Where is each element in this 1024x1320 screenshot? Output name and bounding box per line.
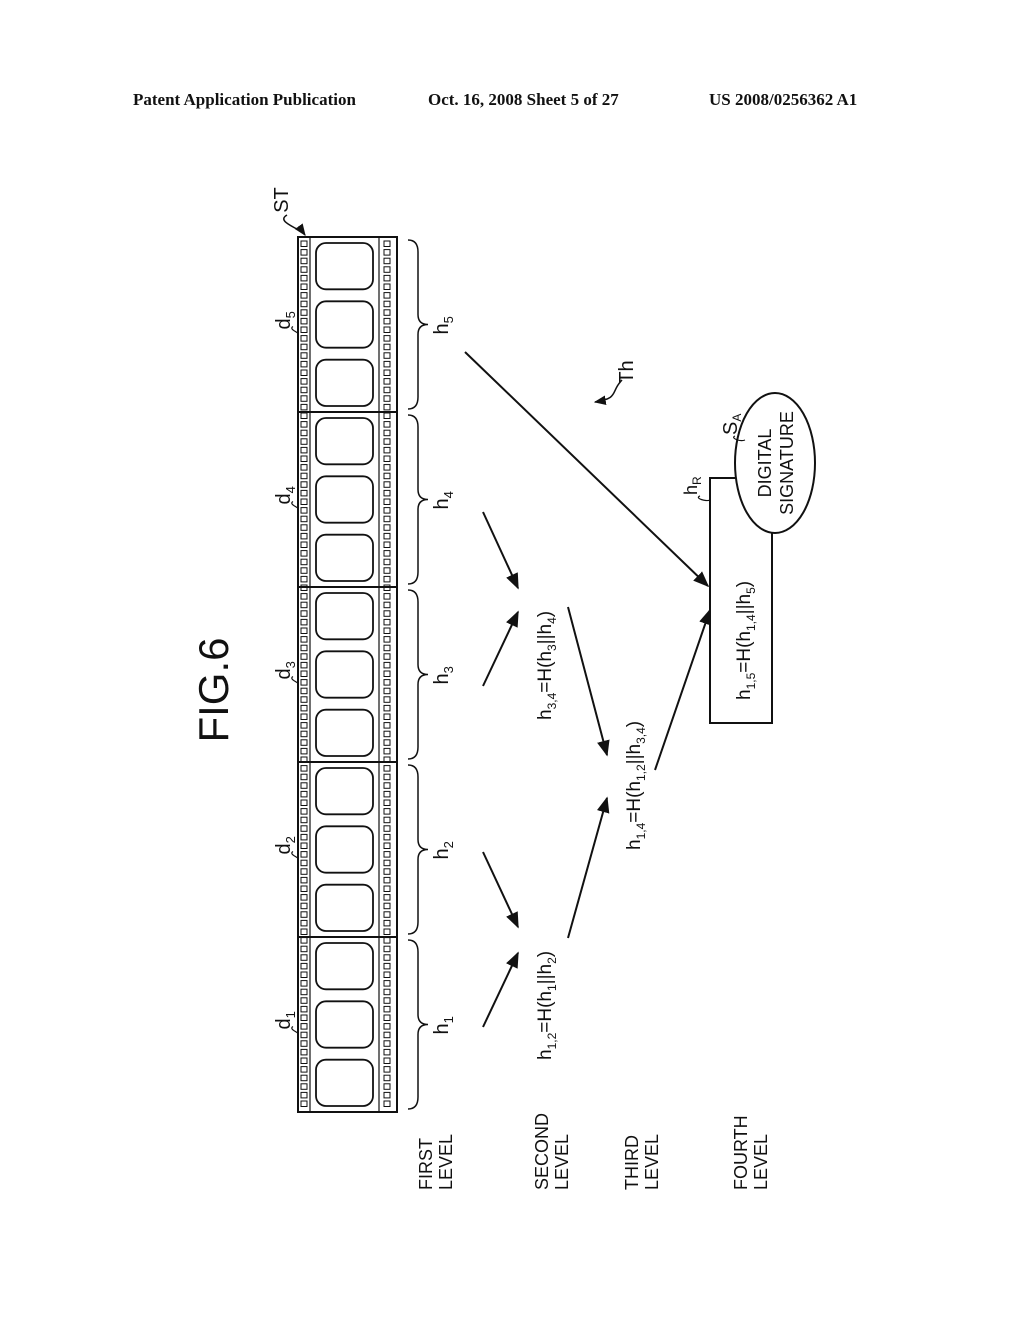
figure-6-diagram: FIG.6 ST h1 d1 h2 d2 h3 d3 h4 d4 h5 d5 h1,2=H(h1|… [190,187,816,1190]
segment-brace [407,764,429,935]
svg-text:d2: d2 [273,836,298,854]
segment-brace [407,939,429,1110]
edge-h14-to-h15 [654,608,712,771]
stream-label: ST [271,187,293,213]
film-strip-border [297,236,398,1113]
level-label-line: FIRST [416,1138,436,1190]
figure-title: FIG.6 [190,637,237,742]
segment-hash-label: h1 [431,1016,456,1034]
edge-h34-to-h14 [567,606,610,757]
svg-text:h1: h1 [431,1016,456,1034]
level-label: FOURTH LEVEL [731,1115,771,1190]
segment-hash-label: h5 [431,316,456,334]
tree-label: Th [616,360,638,383]
level-labels: FIRST LEVEL SECOND LEVEL THIRD LEVEL FOURTH LEV… [416,1113,771,1190]
root-hash-leader [697,495,711,502]
stream-film-strip [297,236,398,1113]
segment-hash-label: h3 [431,666,456,684]
edge-h4-to-h34 [482,511,519,590]
segment-hash-label: h4 [431,491,456,509]
svg-text:d4: d4 [273,486,298,504]
svg-text:SA: SA [720,414,744,435]
edge-h12-to-h14 [567,796,610,939]
svg-text:SIGNATURE: SIGNATURE [777,411,797,515]
formula-h34: h3,4=H(h3||h4) [535,611,559,720]
segment-data-label: d5 [273,311,298,329]
formula-h14: h1,4=H(h1,2||h3,4) [624,721,648,850]
segment-brace [407,589,429,760]
segment-data-label: d1 [273,1011,298,1029]
signature-label: SA [720,414,744,435]
tree-edges [464,351,712,1028]
level-label-line: LEVEL [642,1134,662,1190]
svg-text:h4: h4 [431,491,456,509]
root-hash-label: hR [681,476,704,495]
edge-h3-to-h34 [482,610,519,687]
formula-h12: h1,2=H(h1||h2) [535,951,559,1060]
stream-pointer-arrow [283,214,306,236]
level-label-line: FOURTH [731,1115,751,1190]
svg-text:h3,4=H(h3||h4): h3,4=H(h3||h4) [535,611,559,720]
level-label-line: THIRD [622,1135,642,1190]
svg-text:d1: d1 [273,1011,298,1029]
svg-text:h1,2=H(h1||h2): h1,2=H(h1||h2) [535,951,559,1060]
edge-h1-to-h12 [482,951,519,1028]
level-label-line: LEVEL [552,1134,572,1190]
svg-text:h5: h5 [431,316,456,334]
segment-data-label: d2 [273,836,298,854]
segment-brace [407,414,429,585]
segment-data-label: d4 [273,486,298,504]
level-label: SECOND LEVEL [532,1113,572,1190]
level-label-line: LEVEL [751,1134,771,1190]
level-label: FIRST LEVEL [416,1134,456,1190]
level-label: THIRD LEVEL [622,1134,662,1190]
svg-text:d3: d3 [273,661,298,679]
svg-text:h1,4=H(h1,2||h3,4): h1,4=H(h1,2||h3,4) [624,721,648,850]
segment-hash-label: h2 [431,841,456,859]
svg-text:hR: hR [681,476,704,495]
segment-brace [407,239,429,410]
level-label-line: LEVEL [436,1134,456,1190]
segment-data-label: d3 [273,661,298,679]
svg-text:h2: h2 [431,841,456,859]
edge-h2-to-h12 [482,851,519,929]
level-label-line: SECOND [532,1113,552,1190]
svg-text:h3: h3 [431,666,456,684]
svg-text:d5: d5 [273,311,298,329]
svg-text:DIGITAL: DIGITAL [755,429,775,498]
digital-signature-ellipse [734,392,816,534]
